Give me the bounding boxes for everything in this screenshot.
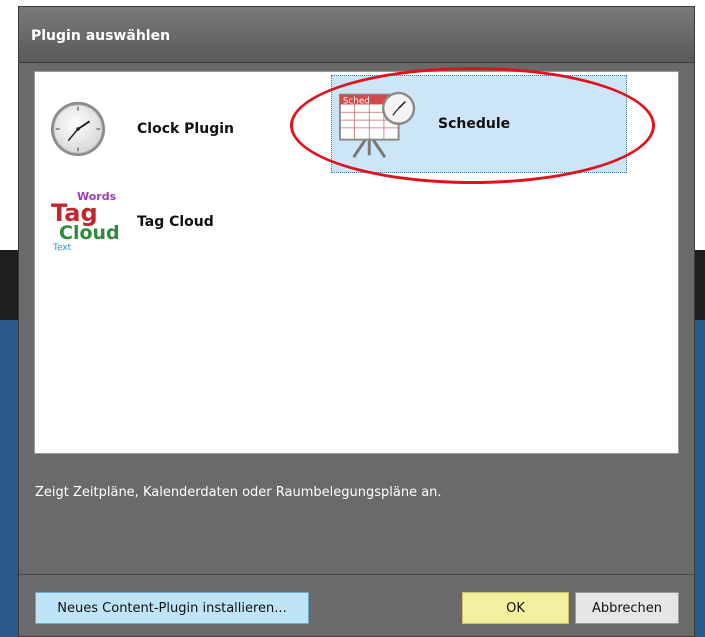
background-dark-left	[0, 250, 18, 320]
plugin-list[interactable]: Clock Plugin Sched Schedule Words Tag Cl…	[34, 71, 679, 454]
clock-icon	[50, 101, 106, 156]
footer-divider	[19, 574, 694, 575]
tag-cloud-icon-cloud: Cloud	[59, 222, 119, 244]
background-blue-right	[695, 320, 705, 637]
tag-cloud-icon: Words Tag Cloud Text	[51, 190, 119, 253]
cancel-button[interactable]: Abbrechen	[575, 592, 679, 624]
schedule-icon: Sched	[338, 91, 416, 159]
dialog-title: Plugin auswählen	[31, 28, 171, 44]
plugin-item-clock[interactable]: Clock Plugin	[49, 86, 309, 171]
background-dark-right	[695, 250, 705, 320]
plugin-label: Tag Cloud	[137, 214, 214, 230]
plugin-description: Zeigt Zeitpläne, Kalenderdaten oder Raum…	[35, 485, 442, 500]
install-plugin-button[interactable]: Neues Content-Plugin installieren...	[35, 592, 309, 624]
plugin-label: Schedule	[438, 116, 511, 132]
plugin-item-schedule[interactable]: Sched Schedule	[331, 75, 627, 173]
plugin-item-tag-cloud[interactable]: Words Tag Cloud Text Tag Cloud	[49, 186, 309, 258]
tag-cloud-icon-text: Text	[52, 243, 72, 253]
plugin-dialog: Plugin auswählen Clock Plugin Sched Sche…	[18, 6, 695, 637]
schedule-icon-text: Sched	[343, 96, 370, 106]
dialog-titlebar: Plugin auswählen	[19, 7, 694, 63]
ok-button[interactable]: OK	[462, 592, 569, 624]
background-blue-left	[0, 320, 18, 637]
plugin-label: Clock Plugin	[137, 120, 234, 137]
